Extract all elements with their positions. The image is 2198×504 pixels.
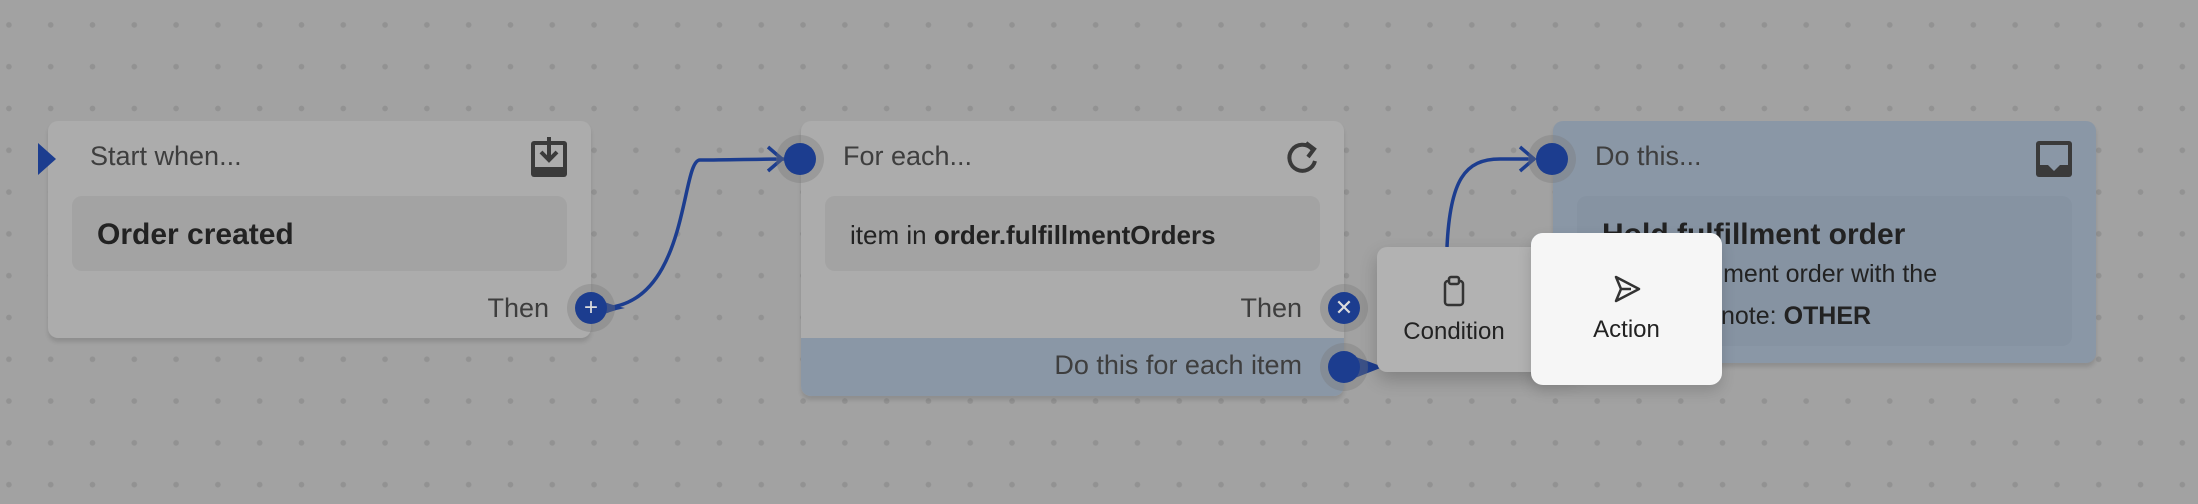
desc-prefix: note: [1721, 302, 1777, 330]
close-icon[interactable]: ✕ [1328, 292, 1360, 324]
card-title: Start when... [90, 141, 242, 171]
card-title: Do this... [1595, 141, 1702, 171]
trigger-name: Order created [97, 218, 294, 251]
each-item-port[interactable] [1328, 351, 1360, 383]
trigger-box[interactable]: Order created [72, 196, 567, 271]
expression-value: order.fulfillmentOrders [933, 220, 1216, 250]
start-trigger-card[interactable]: Start when... Order created Then + [38, 121, 607, 338]
connector-foreach-to-action [1445, 157, 1535, 248]
then-label: Then [1240, 293, 1302, 323]
action-label: Action [1593, 316, 1660, 343]
send-icon [1614, 275, 1640, 303]
input-port[interactable] [1536, 143, 1568, 175]
action-desc-line1: llment order with the [1712, 260, 1938, 288]
then-label: Then [487, 293, 549, 323]
expression: item in order.fulfillmentOrders [850, 220, 1216, 251]
action-desc-line2: note: OTHER [1721, 302, 1871, 331]
inbox-icon [2036, 141, 2072, 177]
entry-marker-icon [38, 143, 56, 175]
condition-button[interactable]: Condition [1377, 275, 1531, 346]
each-item-branch[interactable]: Do this for each item [801, 338, 1360, 396]
each-item-label: Do this for each item [1054, 350, 1302, 380]
plus-icon[interactable]: + [575, 292, 607, 324]
loop-arrow-icon [1287, 141, 1317, 173]
condition-label: Condition [1403, 318, 1505, 345]
card-title: For each... [843, 141, 973, 171]
inbox-download-icon [531, 137, 567, 177]
connector-start-to-foreach [599, 157, 791, 310]
action-button-content: Action [1531, 273, 1722, 344]
expression-box[interactable]: item in order.fulfillmentOrders [825, 196, 1320, 271]
input-port[interactable] [784, 143, 816, 175]
clipboard-icon [1443, 275, 1465, 307]
desc-value: OTHER [1783, 302, 1872, 330]
for-each-card[interactable]: For each... item in order.fulfillmentOrd… [784, 121, 1360, 396]
expression-prefix: item in [850, 220, 927, 250]
action-button[interactable]: Action [1531, 233, 1722, 385]
